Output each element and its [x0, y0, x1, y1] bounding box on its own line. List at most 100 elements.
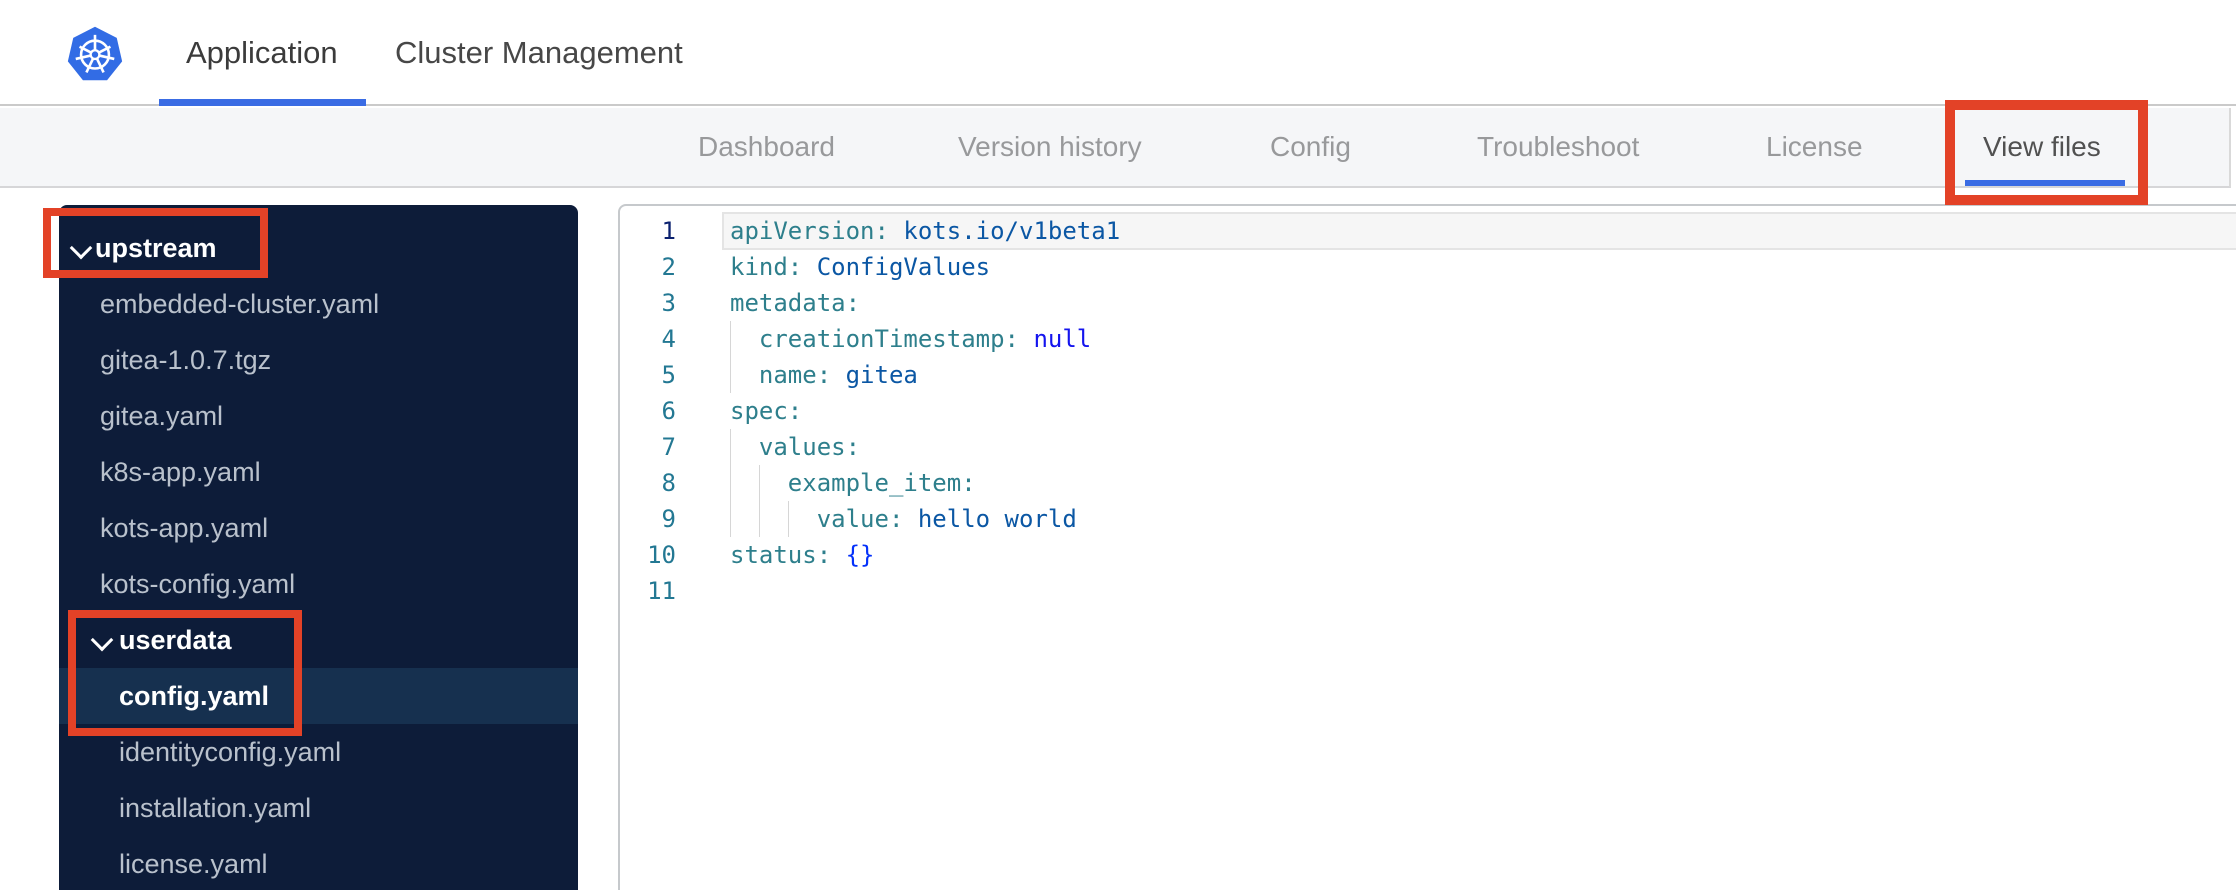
code-token: kind:	[730, 253, 803, 281]
code-line-2: 2 kind: ConfigValues	[620, 249, 2236, 285]
code-token: null	[1033, 325, 1092, 353]
tree-folder-upstream-label: upstream	[95, 232, 217, 263]
view-files-active-underline	[1965, 180, 2125, 186]
code-text: kind: ConfigValues	[676, 253, 990, 281]
tree-folder-userdata[interactable]: userdata	[59, 612, 578, 668]
tab-view-files[interactable]: View files	[1983, 108, 2101, 186]
tab-troubleshoot[interactable]: Troubleshoot	[1477, 108, 1639, 186]
line-number: 2	[661, 253, 676, 281]
code-token: name:	[758, 361, 832, 389]
line-number: 5	[661, 361, 676, 389]
code-line-8: 8 example_item:	[620, 465, 2236, 501]
code-token: {}	[845, 541, 875, 569]
tree-file-label: embedded-cluster.yaml	[100, 288, 380, 319]
tree-folder-upstream[interactable]: upstream	[59, 220, 578, 276]
tree-file-license-yaml[interactable]: license.yaml	[59, 836, 578, 890]
tab-license-label: License	[1766, 131, 1863, 162]
tab-troubleshoot-label: Troubleshoot	[1477, 131, 1640, 162]
code-line-7: 7 values:	[620, 429, 2236, 465]
tree-file-label: identityconfig.yaml	[119, 736, 342, 767]
code-token: gitea	[845, 361, 918, 389]
tab-version-history[interactable]: Version history	[958, 108, 1142, 186]
tree-file-identityconfig-yaml[interactable]: identityconfig.yaml	[59, 724, 578, 780]
kubernetes-logo-icon	[67, 26, 123, 81]
tab-dashboard-label: Dashboard	[698, 131, 835, 162]
line-number: 3	[661, 289, 676, 317]
tree-file-label: kots-app.yaml	[100, 512, 269, 543]
active-tab-underline	[159, 99, 366, 106]
code-line-5: 5 name: gitea	[620, 357, 2236, 393]
code-token: example_item:	[787, 469, 976, 497]
code-line-1: 1 apiVersion: kots.io/v1beta1	[620, 213, 2236, 249]
tab-view-files-label: View files	[1983, 131, 2101, 162]
code-text: apiVersion: kots.io/v1beta1	[676, 217, 1120, 245]
tree-file-label: license.yaml	[119, 848, 268, 879]
code-token: metadata:	[730, 289, 861, 317]
tree-file-kots-app-yaml[interactable]: kots-app.yaml	[59, 500, 578, 556]
code-text: metadata:	[676, 289, 860, 317]
code-line-10: 10 status: {}	[620, 537, 2236, 573]
line-number: 8	[661, 469, 676, 497]
tree-file-label: config.yaml	[119, 680, 270, 711]
tab-config[interactable]: Config	[1270, 108, 1351, 186]
tab-dashboard[interactable]: Dashboard	[698, 108, 835, 186]
code-token: hello world	[917, 505, 1077, 533]
tree-file-gitea-1-0-7-tgz[interactable]: gitea-1.0.7.tgz	[59, 332, 578, 388]
tree-folder-userdata-label: userdata	[119, 624, 232, 655]
line-number: 11	[647, 577, 676, 605]
tree-file-kots-config-yaml[interactable]: kots-config.yaml	[59, 556, 578, 612]
chevron-down-icon	[69, 236, 93, 260]
tree-file-installation-yaml[interactable]: installation.yaml	[59, 780, 578, 836]
tree-file-gitea-yaml[interactable]: gitea.yaml	[59, 388, 578, 444]
code-token: status:	[730, 541, 832, 569]
code-line-9: 9 value: hello world	[620, 501, 2236, 537]
line-number: 9	[661, 505, 676, 533]
line-number: 7	[661, 433, 676, 461]
tree-file-label: k8s-app.yaml	[100, 456, 261, 487]
page: Application Cluster Management Dashboard…	[0, 0, 2236, 890]
tab-version-history-label: Version history	[958, 131, 1142, 162]
code-text: spec:	[676, 397, 802, 425]
tree-file-k8s-app-yaml[interactable]: k8s-app.yaml	[59, 444, 578, 500]
line-number: 1	[661, 217, 676, 245]
code-line-6: 6 spec:	[620, 393, 2236, 429]
code-line-11: 11	[620, 573, 2236, 609]
code-text: name: gitea	[676, 361, 918, 389]
line-number: 10	[647, 541, 676, 569]
tab-license[interactable]: License	[1766, 108, 1863, 186]
tree-file-embedded-cluster-yaml[interactable]: embedded-cluster.yaml	[59, 276, 578, 332]
tab-config-label: Config	[1270, 131, 1351, 162]
tree-file-config-yaml[interactable]: config.yaml	[59, 668, 578, 724]
nav-tab-application[interactable]: Application	[186, 0, 338, 106]
nav-tab-cluster-management-label: Cluster Management	[395, 35, 683, 70]
code-text: values:	[676, 433, 860, 461]
code-token: creationTimestamp:	[758, 325, 1019, 353]
code-text: status: {}	[676, 541, 875, 569]
code-token: apiVersion:	[730, 217, 889, 245]
code-token: kots.io/v1beta1	[903, 217, 1121, 245]
top-nav: Application Cluster Management	[0, 0, 2236, 106]
nav-tab-cluster-management[interactable]: Cluster Management	[395, 0, 683, 106]
file-content-editor[interactable]: 1 apiVersion: kots.io/v1beta1 2 kind: Confi…	[618, 204, 2236, 890]
tree-file-label: gitea-1.0.7.tgz	[100, 344, 272, 375]
tree-file-label: kots-config.yaml	[100, 568, 296, 599]
code-text: example_item:	[676, 469, 976, 497]
code-line-3: 3 metadata:	[620, 285, 2236, 321]
nav-tab-application-label: Application	[186, 35, 338, 70]
app-subnav: Dashboard Version history Config Trouble…	[0, 108, 2231, 188]
file-tree-sidebar: upstream embedded-cluster.yaml gitea-1.0…	[59, 205, 578, 890]
code-text: creationTimestamp: null	[676, 325, 1091, 353]
tree-file-label: installation.yaml	[119, 792, 312, 823]
